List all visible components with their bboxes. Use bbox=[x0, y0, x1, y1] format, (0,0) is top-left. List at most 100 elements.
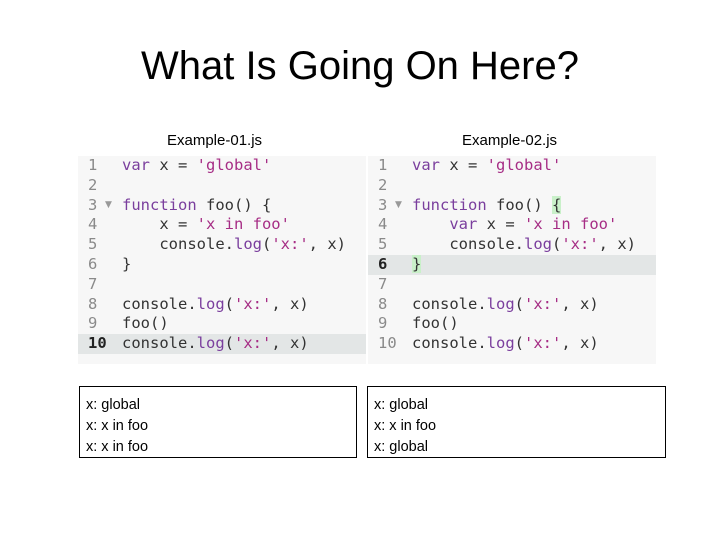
line-number: 6 bbox=[378, 254, 388, 273]
line-number: 8 bbox=[378, 294, 388, 313]
code-token: function bbox=[412, 195, 487, 214]
code-line[interactable]: 4 x = 'x in foo' bbox=[78, 215, 366, 235]
code-token: log bbox=[233, 235, 262, 254]
code-token: 'global' bbox=[196, 156, 272, 174]
code-text: console.log('x:', x) bbox=[412, 334, 599, 354]
code-text: } bbox=[412, 254, 422, 275]
code-line[interactable]: 9 foo() bbox=[368, 314, 656, 334]
code-text: var x = 'global' bbox=[412, 156, 561, 176]
output-line: x: global bbox=[374, 439, 429, 455]
code-line[interactable]: 5 console.log('x:', x) bbox=[78, 235, 366, 255]
code-token: var bbox=[412, 156, 440, 174]
output-line: x: global bbox=[86, 397, 141, 413]
console-output-example-01: x: global x: x in foo x: x in foo bbox=[79, 386, 357, 458]
code-line[interactable]: 5 console.log('x:', x) bbox=[368, 235, 656, 255]
code-line[interactable]: 9 foo() bbox=[78, 314, 366, 334]
code-text: } bbox=[122, 255, 131, 275]
console-output-example-02: x: global x: x in foo x: global bbox=[367, 386, 666, 458]
code-line[interactable]: 1 var x = 'global' bbox=[78, 156, 366, 176]
code-token: ( bbox=[224, 294, 234, 313]
code-text: console.log('x:', x) bbox=[122, 295, 309, 315]
code-line[interactable]: 10 console.log('x:', x) bbox=[78, 334, 366, 354]
line-number: 4 bbox=[378, 215, 388, 234]
code-text: x = 'x in foo' bbox=[122, 215, 290, 235]
fold-arrow-icon[interactable]: ▼ bbox=[395, 196, 402, 216]
code-line[interactable]: 10 console.log('x:', x) bbox=[368, 334, 656, 354]
code-token: log bbox=[523, 235, 552, 254]
code-token: foo() bbox=[486, 195, 552, 214]
code-text: console.log('x:', x) bbox=[412, 295, 599, 315]
code-token: , x) bbox=[598, 235, 636, 254]
code-token: , x) bbox=[271, 294, 309, 313]
code-token: foo() bbox=[412, 314, 459, 333]
code-line[interactable]: 7 bbox=[368, 275, 656, 295]
line-number: 8 bbox=[88, 294, 98, 313]
code-line[interactable]: 2 bbox=[368, 176, 656, 196]
code-token: 'x:' bbox=[524, 334, 562, 353]
code-token: ( bbox=[514, 334, 524, 353]
code-token: , x) bbox=[271, 334, 309, 353]
code-token: 'x:' bbox=[234, 294, 272, 313]
line-number: 7 bbox=[378, 274, 388, 293]
example-02-filename: Example-02.js bbox=[462, 132, 558, 149]
code-text: console.log('x:', x) bbox=[122, 334, 309, 354]
output-line: x: global bbox=[374, 397, 429, 413]
code-editor-example-02[interactable]: 1 var x = 'global' 2 3 ▼ function foo() {4 va… bbox=[368, 156, 656, 364]
code-token: foo() bbox=[122, 314, 169, 333]
code-token: ( bbox=[224, 334, 234, 353]
code-line[interactable]: 1 var x = 'global' bbox=[368, 156, 656, 176]
code-line[interactable]: 2 bbox=[78, 176, 366, 196]
code-text: var x = 'x in foo' bbox=[412, 215, 617, 235]
slide-title: What Is Going On Here? bbox=[141, 44, 579, 88]
code-token: function bbox=[122, 195, 197, 214]
code-token: log bbox=[196, 334, 225, 353]
output-line: x: x in foo bbox=[374, 418, 437, 434]
code-token: 'x:' bbox=[271, 235, 309, 254]
matched-brace: { bbox=[551, 195, 562, 214]
code-editor-example-01[interactable]: 1 var x = 'global' 2 3 ▼ function foo() {4 x … bbox=[78, 156, 366, 364]
code-token: , x) bbox=[561, 294, 599, 313]
code-text: foo() bbox=[122, 314, 169, 334]
code-line[interactable]: 8 console.log('x:', x) bbox=[78, 295, 366, 315]
code-line[interactable]: 8 console.log('x:', x) bbox=[368, 295, 656, 315]
code-token: ( bbox=[514, 294, 524, 313]
code-text: var x = 'global' bbox=[122, 156, 271, 176]
code-line[interactable]: 6} bbox=[78, 255, 366, 275]
code-text: console.log('x:', x) bbox=[412, 235, 636, 255]
code-token: x = bbox=[477, 215, 524, 234]
fold-arrow-icon[interactable]: ▼ bbox=[105, 196, 112, 216]
code-line[interactable]: 3 ▼ function foo() { bbox=[78, 196, 366, 216]
line-number: 5 bbox=[88, 235, 98, 254]
code-line[interactable]: 3 ▼ function foo() { bbox=[368, 195, 656, 216]
code-token: log bbox=[196, 294, 225, 313]
code-token: log bbox=[486, 294, 515, 313]
code-token: , x) bbox=[308, 235, 346, 254]
code-text: foo() bbox=[412, 314, 459, 334]
output-line: x: x in foo bbox=[86, 439, 149, 455]
code-line[interactable]: 7 bbox=[78, 275, 366, 295]
code-token: 'x:' bbox=[524, 294, 562, 313]
code-token: x = bbox=[122, 215, 197, 234]
line-number: 2 bbox=[88, 175, 98, 194]
line-number: 10 bbox=[378, 334, 397, 353]
line-number: 10 bbox=[88, 334, 107, 353]
code-token: console. bbox=[122, 294, 197, 313]
code-token: ( bbox=[551, 235, 562, 254]
code-token: ( bbox=[261, 235, 272, 254]
code-token: 'x in foo' bbox=[524, 215, 618, 234]
code-token: console. bbox=[412, 334, 487, 353]
code-line[interactable]: 6} bbox=[368, 254, 656, 275]
code-token: 'x:' bbox=[561, 235, 599, 254]
code-line[interactable]: 4 var x = 'x in foo' bbox=[368, 215, 656, 235]
code-text: function foo() { bbox=[412, 195, 562, 216]
code-token: 'x in foo' bbox=[196, 215, 290, 234]
code-token: foo() { bbox=[196, 195, 272, 214]
code-token: log bbox=[486, 334, 515, 353]
line-number: 7 bbox=[88, 274, 98, 293]
line-number: 1 bbox=[88, 156, 98, 174]
code-text: console.log('x:', x) bbox=[122, 235, 346, 255]
code-token: 'global' bbox=[486, 156, 562, 174]
code-token: var bbox=[122, 156, 150, 174]
code-token: x = bbox=[150, 156, 197, 174]
line-number: 5 bbox=[378, 235, 388, 254]
